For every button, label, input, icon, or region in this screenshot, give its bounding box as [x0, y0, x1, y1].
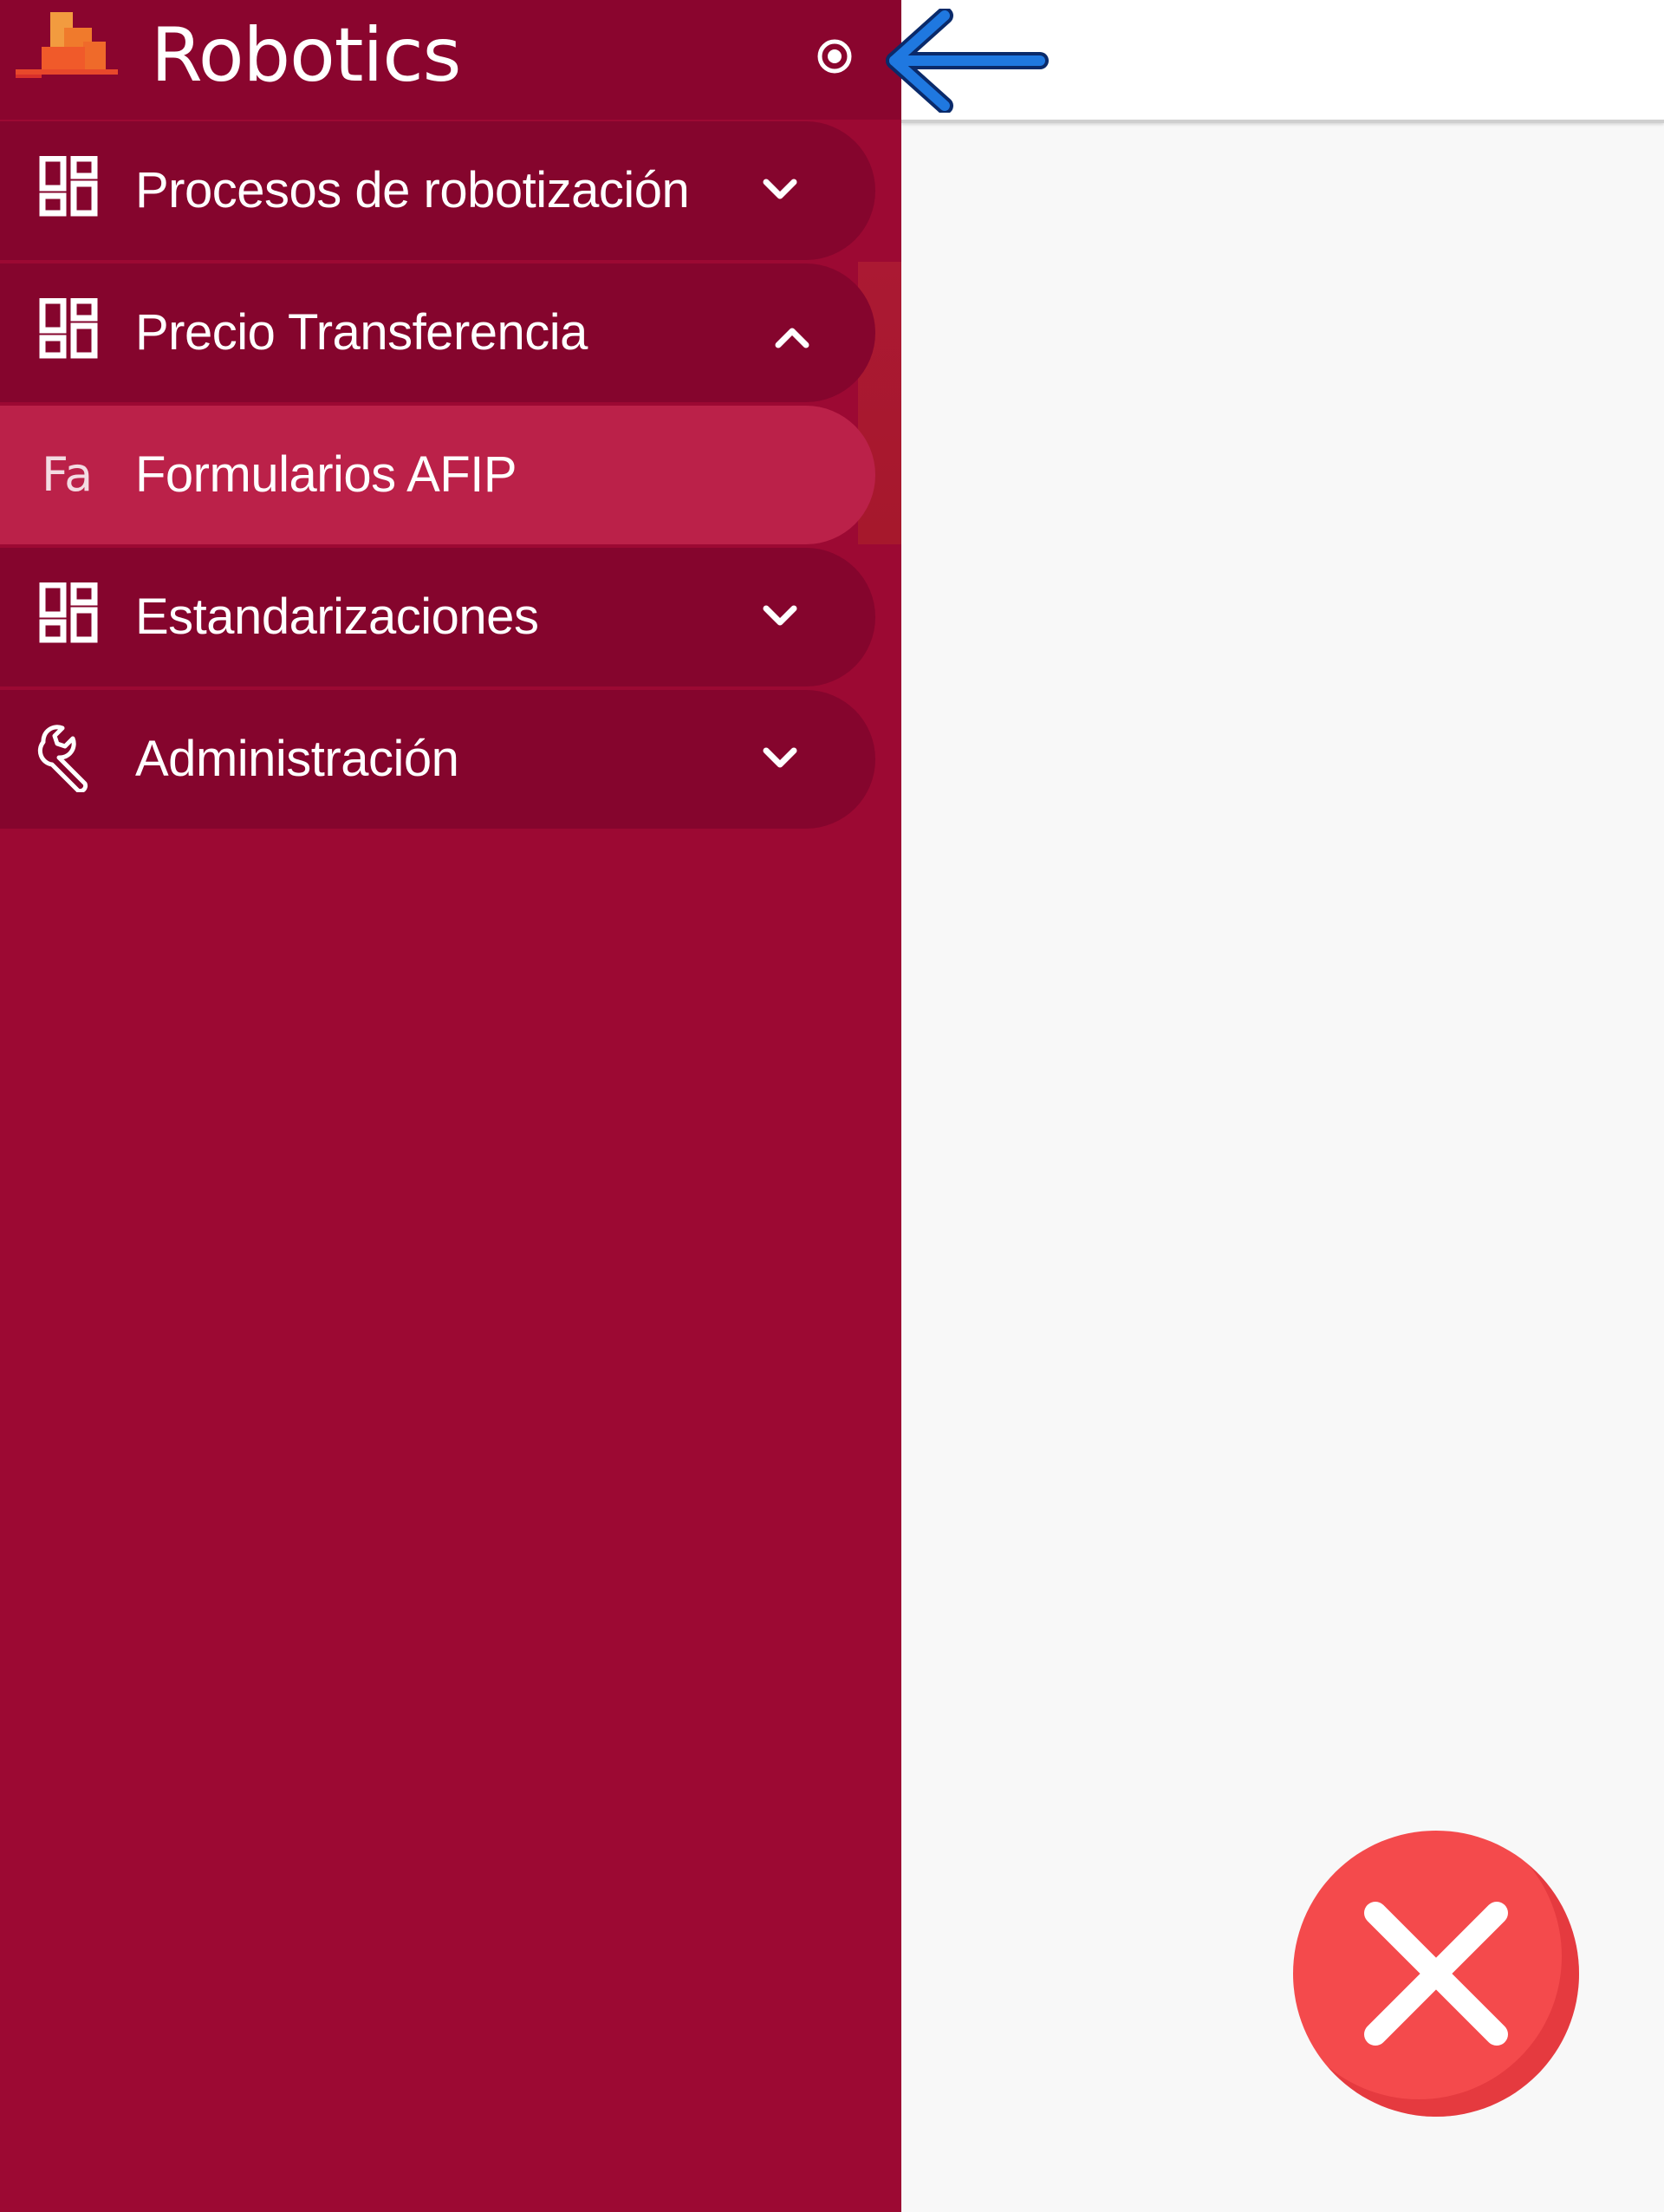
sidebar-item-precio-transferencia[interactable]: Precio Transferencia [0, 263, 875, 402]
wrench-icon [37, 725, 88, 792]
formularios-afip-badge: Fa [42, 447, 94, 502]
chevron-up-icon [775, 328, 809, 348]
chevron-down-icon [763, 747, 797, 768]
dashboard-icon [39, 156, 98, 217]
sidebar-item-label: Procesos de robotización [135, 162, 690, 218]
annotation-arrow-icon [886, 9, 1049, 113]
close-icon [1364, 1902, 1508, 2046]
chevron-down-icon [763, 605, 797, 626]
sidebar-item-procesos-de-robotizacion[interactable]: Procesos de robotización [0, 121, 875, 260]
sidebar-menu: Procesos de robotización Precio Transfer… [0, 121, 901, 832]
sidebar-item-label: Administración [135, 731, 459, 787]
dashboard-icon [39, 298, 98, 359]
sidebar-subitem-formularios-afip[interactable]: Fa Formularios AFIP [0, 406, 875, 544]
sidebar-item-label: Precio Transferencia [135, 304, 588, 361]
robotics-logo-icon [16, 12, 118, 78]
sidebar-header: Robotics [0, 0, 901, 120]
sidebar-item-label: Estandarizaciones [135, 589, 539, 645]
pin-sidebar-toggle-icon[interactable] [815, 36, 855, 76]
close-button[interactable] [1293, 1831, 1579, 2117]
sidebar-item-estandarizaciones[interactable]: Estandarizaciones [0, 548, 875, 686]
dashboard-icon [39, 582, 98, 643]
sidebar-item-label: Formularios AFIP [135, 446, 517, 503]
sidebar: Robotics Procesos de robotización Precio… [0, 0, 901, 2212]
sidebar-item-administracion[interactable]: Administración [0, 690, 875, 829]
chevron-down-icon [763, 179, 797, 199]
app-title: Robotics [151, 12, 461, 99]
